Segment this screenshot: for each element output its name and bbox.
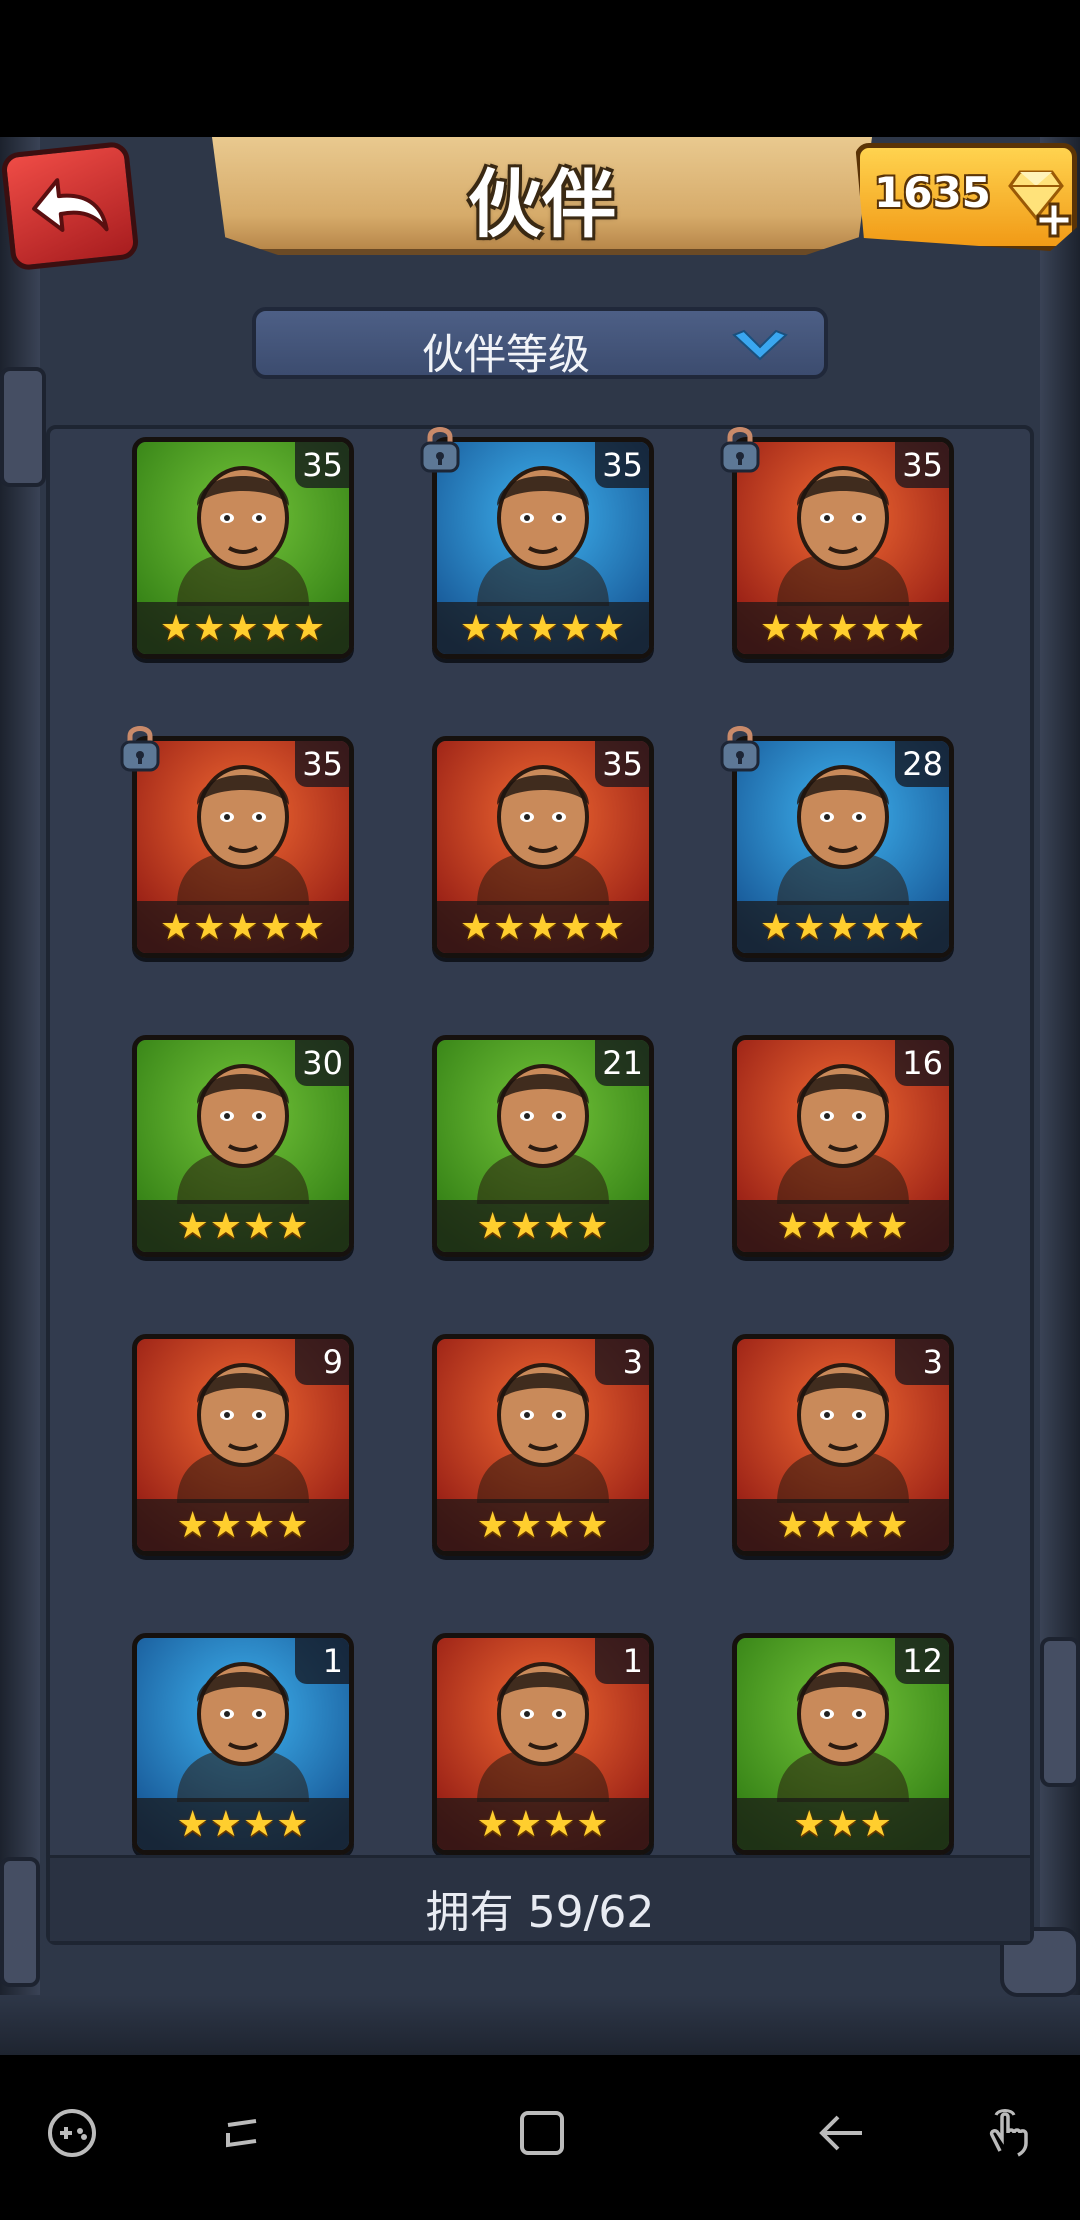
back-arrow-icon [32, 178, 109, 232]
gems-counter-button[interactable]: 1635 [855, 143, 1077, 251]
lock-icon [120, 726, 160, 772]
lock-icon [720, 427, 760, 473]
companion-card[interactable]: 35 ★★★★★ [132, 736, 354, 958]
companion-level: 35 [895, 442, 949, 488]
lock-icon [420, 427, 460, 473]
companion-card[interactable]: 30 ★★★★ [132, 1035, 354, 1257]
rock-decoration [0, 1857, 40, 1987]
companion-level: 35 [595, 741, 649, 787]
companion-card[interactable]: 35 ★★★★★ [432, 736, 654, 958]
companion-level: 35 [595, 442, 649, 488]
page-title: 伙伴 [468, 162, 616, 248]
companion-card[interactable]: 1 ★★★★ [132, 1633, 354, 1855]
companion-card[interactable]: 12 ★★★ [732, 1633, 954, 1855]
companion-level: 3 [595, 1339, 649, 1385]
sort-dropdown-label: 伙伴等级 [421, 330, 590, 379]
add-gems-icon[interactable] [1036, 202, 1072, 238]
android-nav-bar [0, 2055, 1080, 2220]
companion-stars: ★★★★ [737, 1499, 949, 1551]
companion-level: 35 [295, 741, 349, 787]
sort-dropdown[interactable]: 伙伴等级 [252, 307, 828, 379]
title-banner: 伙伴 [212, 137, 872, 255]
home-icon[interactable] [512, 2103, 572, 2163]
companion-stars: ★★★★ [437, 1499, 649, 1551]
companion-level: 9 [295, 1339, 349, 1385]
back-icon[interactable] [812, 2103, 872, 2163]
companion-level: 3 [895, 1339, 949, 1385]
lock-icon [720, 726, 760, 772]
owned-count: 拥有 59/62 [425, 1887, 655, 1938]
companion-stars: ★★★★ [437, 1200, 649, 1252]
companion-card[interactable]: 16 ★★★★ [732, 1035, 954, 1257]
companion-card[interactable]: 35 ★★★★★ [732, 437, 954, 659]
companion-stars: ★★★★★ [437, 602, 649, 654]
companion-stars: ★★★★★ [137, 602, 349, 654]
companion-level: 12 [895, 1638, 949, 1684]
gesture-icon[interactable] [978, 2103, 1038, 2163]
companion-level: 1 [595, 1638, 649, 1684]
companion-stars: ★★★★ [437, 1798, 649, 1850]
stone-frame-bottom [0, 1995, 1080, 2055]
companion-stars: ★★★ [737, 1798, 949, 1850]
companion-card[interactable]: 21 ★★★★ [432, 1035, 654, 1257]
companion-stars: ★★★★ [137, 1200, 349, 1252]
companion-card[interactable]: 3 ★★★★ [432, 1334, 654, 1556]
companion-level: 1 [295, 1638, 349, 1684]
companion-stars: ★★★★ [737, 1200, 949, 1252]
gems-count: 1635 [874, 168, 991, 217]
roster-panel: 35 ★★★★★ 35 ★★★★★ 35 ★★★★★ 35 ★★★★★ 35 ★★★★★ 28 ★★★… [46, 425, 1034, 1945]
companion-card[interactable]: 1 ★★★★ [432, 1633, 654, 1855]
companion-card[interactable]: 35 ★★★★★ [132, 437, 354, 659]
game-tools-icon[interactable] [42, 2103, 102, 2163]
status-bar [0, 0, 1080, 137]
rock-decoration [0, 367, 46, 487]
companion-stars: ★★★★ [137, 1798, 349, 1850]
companion-stars: ★★★★★ [437, 901, 649, 953]
companion-card[interactable]: 9 ★★★★ [132, 1334, 354, 1556]
rock-decoration [1040, 1637, 1080, 1787]
back-button[interactable] [0, 140, 140, 272]
chevron-down-icon [732, 329, 788, 361]
companion-level: 28 [895, 741, 949, 787]
companion-stars: ★★★★★ [137, 901, 349, 953]
game-screen: 伙伴 1635 伙伴等级 35 ★★★★★ 35 ★★★★★ 35 ★★★★★ 35 ★★★★… [0, 137, 1080, 2055]
companion-stars: ★★★★★ [737, 602, 949, 654]
roster-footer: 拥有 59/62 [50, 1855, 1030, 1941]
companion-level: 35 [295, 442, 349, 488]
companion-level: 30 [295, 1040, 349, 1086]
companion-level: 16 [895, 1040, 949, 1086]
recent-apps-icon[interactable] [212, 2103, 272, 2163]
companion-card[interactable]: 3 ★★★★ [732, 1334, 954, 1556]
companion-stars: ★★★★★ [737, 901, 949, 953]
companion-card[interactable]: 28 ★★★★★ [732, 736, 954, 958]
companion-card[interactable]: 35 ★★★★★ [432, 437, 654, 659]
companion-stars: ★★★★ [137, 1499, 349, 1551]
companion-level: 21 [595, 1040, 649, 1086]
